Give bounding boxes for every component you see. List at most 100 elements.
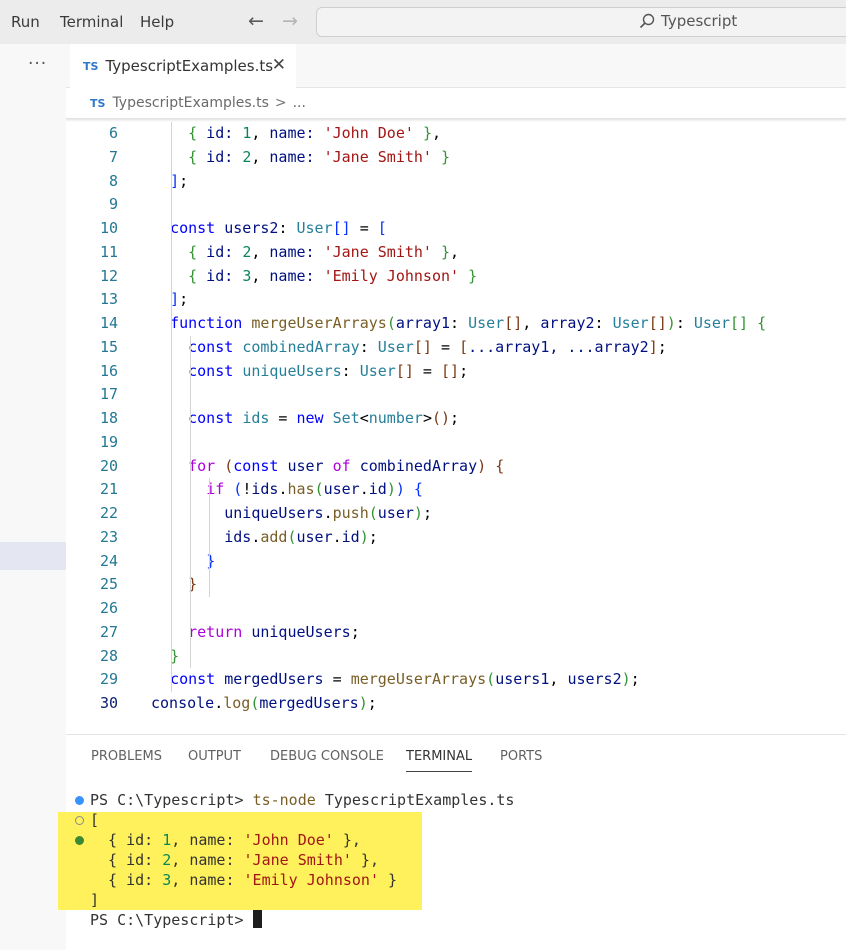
code-line[interactable]: 12 { id: 3, name: 'Emily Johnson' }: [66, 265, 846, 289]
code-line[interactable]: 26: [66, 597, 846, 621]
menu-terminal[interactable]: Terminal: [60, 13, 123, 31]
code-line[interactable]: 20 for (const user of combinedArray) {: [66, 455, 846, 479]
code-line[interactable]: 23 ids.add(user.id);: [66, 526, 846, 550]
line-number: 25: [99, 575, 118, 594]
activity-selection: [0, 542, 66, 570]
line-number: 11: [99, 242, 118, 261]
code-text: uniqueUsers.push(user);: [224, 504, 432, 522]
terminal-command: ts-node: [252, 791, 316, 809]
menu-help[interactable]: Help: [140, 13, 174, 31]
line-number: 17: [99, 385, 118, 404]
back-arrow-icon[interactable]: ←: [248, 10, 264, 32]
terminal-output-row: { id: 2, name: 'Jane Smith' },: [90, 851, 379, 869]
terminal-command-arg: TypescriptExamples.ts: [324, 791, 515, 809]
line-number: 9: [108, 195, 118, 214]
code-line[interactable]: 21 if (!ids.has(user.id)) {: [66, 478, 846, 502]
command-center-search[interactable]: Typescript: [316, 7, 846, 37]
code-line[interactable]: 24 }: [66, 550, 846, 574]
row-id: 3: [162, 871, 172, 889]
menu-run[interactable]: Run: [11, 13, 40, 31]
typescript-file-icon: TS: [90, 96, 106, 110]
code-text: const combinedArray: User[] = [...array1…: [188, 337, 667, 356]
code-line[interactable]: 17: [66, 383, 846, 407]
line-number: 6: [108, 124, 118, 142]
line-number: 13: [99, 290, 118, 309]
code-text: console.log(mergedUsers);: [151, 694, 377, 712]
line-number: 22: [99, 504, 118, 522]
line-number: 12: [99, 266, 118, 285]
line-number: 27: [99, 622, 118, 641]
line-number: 30: [99, 694, 118, 712]
code-text: const uniqueUsers: User[] = [];: [188, 361, 469, 380]
indent-guide: [171, 122, 172, 692]
row-name: 'Jane Smith': [243, 851, 352, 869]
breadcrumb-file[interactable]: TypescriptExamples.ts: [112, 95, 268, 111]
code-line[interactable]: 30 console.log(mergedUsers);: [66, 692, 846, 716]
code-line[interactable]: 7 { id: 2, name: 'Jane Smith' }: [66, 146, 846, 170]
line-number: 26: [99, 599, 118, 617]
terminal-final-prompt: PS C:\Typescript>: [90, 911, 244, 929]
row-name: 'Emily Johnson': [243, 871, 379, 889]
tab-problems[interactable]: PROBLEMS: [91, 749, 162, 764]
typescript-file-icon: TS: [83, 59, 99, 73]
code-editor[interactable]: 6 { id: 1, name: 'John Doe' }, 7 { id: 2,…: [66, 118, 846, 718]
line-number: 23: [99, 527, 118, 546]
code-text: function mergeUserArrays(array1: User[],…: [170, 314, 767, 332]
terminal-open-bracket: [: [90, 811, 100, 829]
activity-bar: ···: [0, 44, 66, 950]
line-number: 15: [99, 337, 118, 356]
code-text: const users2: User[] = [: [170, 219, 387, 237]
terminal-prompt: PS C:\Typescript>: [90, 791, 244, 809]
editor-tab-bar: TS TypescriptExamples.ts ✕: [66, 44, 846, 88]
code-line[interactable]: 14 function mergeUserArrays(array1: User…: [66, 312, 846, 336]
editor-tab[interactable]: TS TypescriptExamples.ts ✕: [70, 44, 296, 88]
terminal-output-row: { id: 1, name: 'John Doe' },: [90, 831, 361, 849]
code-text: { id: 2, name: 'Jane Smith' },: [188, 242, 460, 261]
line-number: 14: [99, 314, 118, 332]
code-line[interactable]: 29 const mergedUsers = mergeUserArrays(u…: [66, 668, 846, 692]
code-line[interactable]: 6 { id: 1, name: 'John Doe' },: [66, 122, 846, 146]
tab-ports[interactable]: PORTS: [500, 749, 542, 764]
code-text: }: [170, 646, 180, 665]
line-number: 20: [99, 456, 118, 475]
code-line[interactable]: 9: [66, 193, 846, 217]
code-line[interactable]: 10 const users2: User[] = [: [66, 217, 846, 241]
code-line[interactable]: 28 }: [66, 645, 846, 669]
tab-terminal[interactable]: TERMINAL: [406, 749, 473, 772]
row-id: 1: [162, 831, 172, 849]
breadcrumb-more[interactable]: ...: [293, 95, 306, 111]
code-text: if (!ids.has(user.id)) {: [206, 480, 423, 499]
indent-guide: [209, 478, 210, 597]
code-text: const ids = new Set<number>();: [188, 409, 460, 427]
code-line[interactable]: 13 ];: [66, 288, 846, 312]
line-number: 18: [99, 409, 118, 427]
line-number: 21: [99, 480, 118, 499]
more-actions-icon[interactable]: ···: [28, 54, 47, 74]
tab-debug-console[interactable]: DEBUG CONSOLE: [270, 749, 384, 764]
forward-arrow-icon[interactable]: →: [282, 10, 298, 32]
terminal-command-line: PS C:\Typescript> ts-node TypescriptExam…: [90, 790, 514, 810]
code-line[interactable]: 27 return uniqueUsers;: [66, 621, 846, 645]
line-number: 24: [99, 551, 118, 570]
code-line[interactable]: 19: [66, 431, 846, 455]
code-line[interactable]: 15 const combinedArray: User[] = [...arr…: [66, 336, 846, 360]
code-line[interactable]: 8 ];: [66, 170, 846, 194]
code-text: const mergedUsers = mergeUserArrays(user…: [170, 670, 640, 689]
code-text: { id: 2, name: 'Jane Smith' }: [188, 147, 451, 166]
tab-output[interactable]: OUTPUT: [188, 749, 241, 764]
line-number: 8: [108, 171, 118, 190]
search-label: Typescript: [661, 12, 738, 30]
code-line[interactable]: 18 const ids = new Set<number>();: [66, 407, 846, 431]
line-number: 28: [99, 646, 118, 665]
row-trail: ,: [351, 831, 361, 849]
terminal-output-row: { id: 3, name: 'Emily Johnson' }: [90, 871, 398, 889]
code-line[interactable]: 22 uniqueUsers.push(user);: [66, 502, 846, 526]
search-icon: [639, 13, 655, 29]
terminal-input-line[interactable]: PS C:\Typescript>: [90, 910, 262, 930]
line-number: 10: [99, 219, 118, 237]
close-icon[interactable]: ✕: [272, 55, 286, 75]
code-line[interactable]: 16 const uniqueUsers: User[] = [];: [66, 360, 846, 384]
code-line[interactable]: 11 { id: 2, name: 'Jane Smith' },: [66, 241, 846, 265]
code-text: ids.add(user.id);: [224, 527, 378, 546]
code-line[interactable]: 25 }: [66, 573, 846, 597]
